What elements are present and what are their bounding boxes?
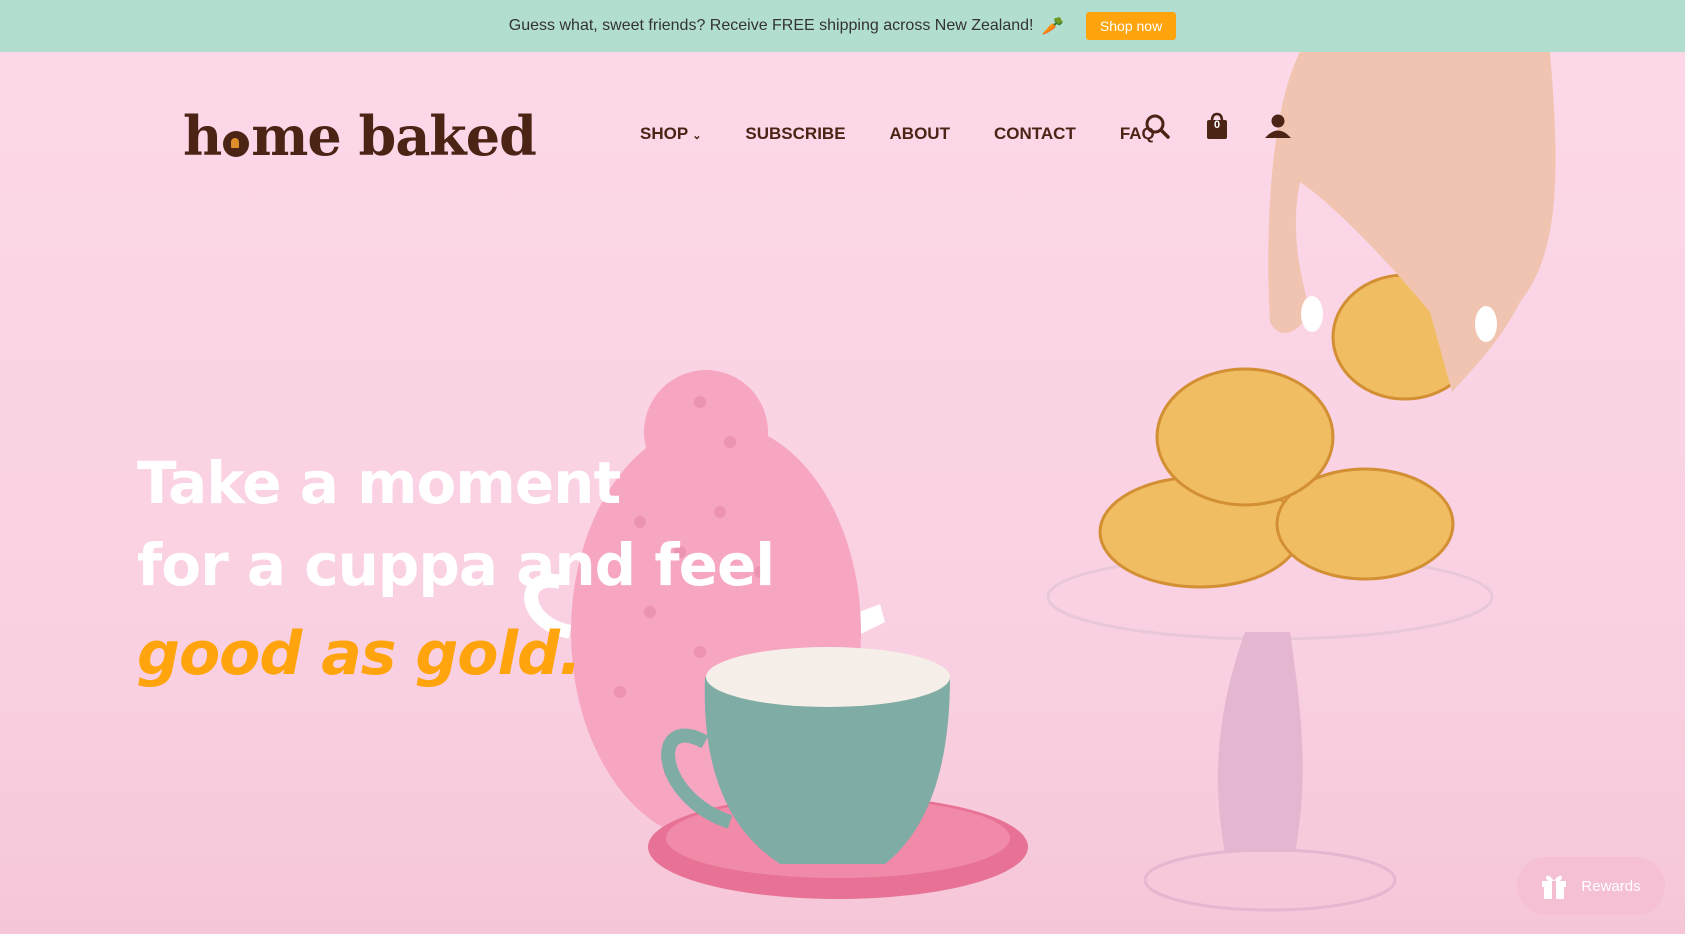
logo-text-rest: me baked [251, 104, 537, 168]
nav-subscribe[interactable]: SUBSCRIBE [745, 124, 845, 144]
logo-o-dot [223, 131, 250, 157]
nav-shop[interactable]: SHOP ⌄ [640, 124, 701, 144]
nav-shop-label: SHOP [640, 124, 689, 143]
hero-section: h me baked SHOP ⌄ SUBSCRIBE ABOUT CONTACT … [0, 52, 1685, 934]
search-icon[interactable] [1145, 112, 1171, 142]
logo-text-h: h [183, 104, 222, 168]
announcement-text: Guess what, sweet friends? Receive FREE … [508, 17, 1034, 34]
shop-now-button[interactable]: Shop now [1085, 12, 1177, 40]
headline-line-3: good as gold. [137, 619, 582, 689]
gift-icon [1542, 875, 1567, 899]
carrot-emoji: 🥕 [1041, 15, 1064, 36]
nav-contact[interactable]: CONTACT [994, 124, 1076, 144]
main-nav: SHOP ⌄ SUBSCRIBE ABOUT CONTACT FAQ [640, 124, 1155, 144]
header-icons: 0 [1145, 112, 1291, 142]
headline-line-2: for a cuppa and feel [137, 531, 775, 599]
headline-line-1: Take a moment [137, 449, 621, 517]
cart-count: 0 [1213, 119, 1221, 131]
glass-cake-stand [1046, 553, 1494, 912]
announcement-bar: Guess what, sweet friends? Receive FREE … [0, 0, 1685, 52]
account-icon[interactable] [1265, 112, 1291, 142]
nav-about[interactable]: ABOUT [890, 124, 950, 144]
chevron-down-icon: ⌄ [692, 130, 702, 142]
rewards-label: Rewards [1581, 877, 1641, 895]
rewards-button[interactable]: Rewards [1517, 857, 1665, 915]
hero-headline: Take a moment for a cuppa and feel good … [137, 442, 775, 702]
cart-icon[interactable]: 0 [1205, 112, 1231, 142]
home-baked-logo[interactable]: h me baked [183, 104, 537, 168]
